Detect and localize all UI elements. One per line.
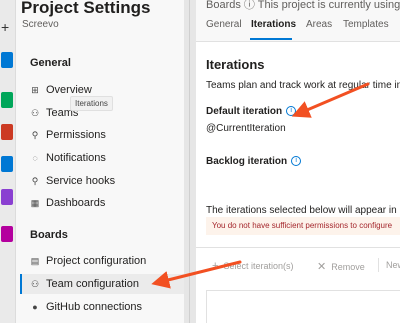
github-icon: ● — [32, 302, 38, 312]
document-icon: ▤ — [30, 256, 40, 266]
team-config-icon: ⚇ — [30, 279, 40, 289]
sidebar-item-service-hooks[interactable]: ⚲ Service hooks — [20, 171, 184, 191]
permissions-warning: You do not have sufficient permissions t… — [206, 217, 400, 235]
pane-splitter[interactable] — [184, 0, 196, 323]
lock-icon: ⚲ — [31, 130, 39, 140]
sidebar-item-project-configuration[interactable]: ▤ Project configuration — [20, 251, 184, 271]
remove-label: Remove — [331, 262, 365, 272]
page-title: Project Settings — [21, 0, 151, 17]
backlog-iteration-text: Backlog iteration — [206, 156, 288, 167]
section-description: Teams plan and track work at regular tim… — [206, 80, 400, 91]
sidebar-item-label: Project configuration — [46, 255, 147, 267]
sidebar-item-label: Overview — [46, 84, 92, 96]
hook-icon: ⚲ — [31, 176, 39, 186]
main-panel: Boards ⓘ This project is currently using… — [196, 0, 400, 323]
project-name: Screevo — [22, 19, 59, 30]
sidebar-item-label: Notifications — [46, 152, 106, 164]
repos-hub-icon[interactable] — [1, 124, 13, 140]
teams-icon: ⚇ — [30, 108, 40, 118]
select-iterations-label: Select iteration(s) — [223, 261, 294, 271]
sidebar-item-label: Permissions — [46, 129, 106, 141]
tab-general[interactable]: General — [206, 19, 242, 30]
sidebar-item-team-configuration[interactable]: ⚇ Team configuration — [20, 274, 184, 294]
tab-bar: Boards ⓘ This project is currently using… — [196, 0, 400, 42]
overview-hub-icon[interactable] — [1, 52, 13, 68]
default-iteration-value: @CurrentIteration — [206, 123, 286, 134]
section-general: General — [30, 57, 71, 69]
tab-areas[interactable]: Areas — [306, 19, 332, 30]
tab-iterations[interactable]: Iterations — [251, 19, 296, 30]
divider — [189, 0, 190, 323]
sidebar-item-label: Team configuration — [46, 278, 139, 290]
sidebar-item-dashboards[interactable]: ▦ Dashboards — [20, 193, 184, 213]
section-title: Iterations — [206, 57, 265, 72]
sidebar-item-notifications[interactable]: ◌ Notifications — [20, 148, 184, 168]
product-rail: + — [0, 0, 16, 323]
tab-templates[interactable]: Templates — [343, 19, 389, 30]
warning-text: You do not have sufficient permissions t… — [212, 221, 393, 230]
dashboard-icon: ▦ — [30, 198, 40, 208]
sidebar-item-label: GitHub connections — [46, 301, 142, 313]
chat-icon: ◌ — [32, 153, 38, 163]
tooltip: Iterations — [70, 96, 113, 111]
sidebar-item-permissions[interactable]: ⚲ Permissions — [20, 125, 184, 145]
new-item-icon[interactable]: + — [1, 20, 9, 34]
remove-button[interactable]: ✕ Remove — [317, 260, 365, 273]
toolbar-separator — [378, 258, 379, 272]
boards-hub-icon[interactable] — [1, 92, 13, 108]
overview-icon: ⊞ — [31, 85, 39, 95]
active-tab-indicator — [250, 38, 292, 40]
default-iteration-text: Default iteration — [206, 106, 283, 117]
info-icon[interactable]: i — [286, 106, 297, 117]
pipelines-hub-icon[interactable] — [1, 156, 13, 172]
header-clipped-text: Boards ⓘ This project is currently using — [206, 0, 400, 11]
selected-iterations-text: The iterations selected below will appea… — [206, 205, 397, 216]
sidebar-item-label: Service hooks — [46, 175, 116, 187]
backlog-iteration-label: Backlog iteration i — [206, 156, 302, 167]
default-iteration-label: Default iteration i — [206, 106, 297, 117]
close-icon: ✕ — [317, 261, 327, 273]
select-iterations-button[interactable]: + Select iteration(s) — [212, 260, 293, 272]
artifacts-hub-icon[interactable] — [1, 226, 13, 242]
section-boards: Boards — [30, 229, 68, 241]
sidebar-item-github-connections[interactable]: ● GitHub connections — [20, 297, 184, 317]
new-button[interactable]: New — [386, 260, 400, 270]
iterations-grid — [206, 290, 400, 323]
test-plans-hub-icon[interactable] — [1, 189, 13, 205]
info-icon[interactable]: i — [291, 156, 302, 167]
plus-icon: + — [212, 260, 219, 272]
sidebar-item-label: Dashboards — [46, 197, 106, 209]
divider — [196, 247, 400, 248]
